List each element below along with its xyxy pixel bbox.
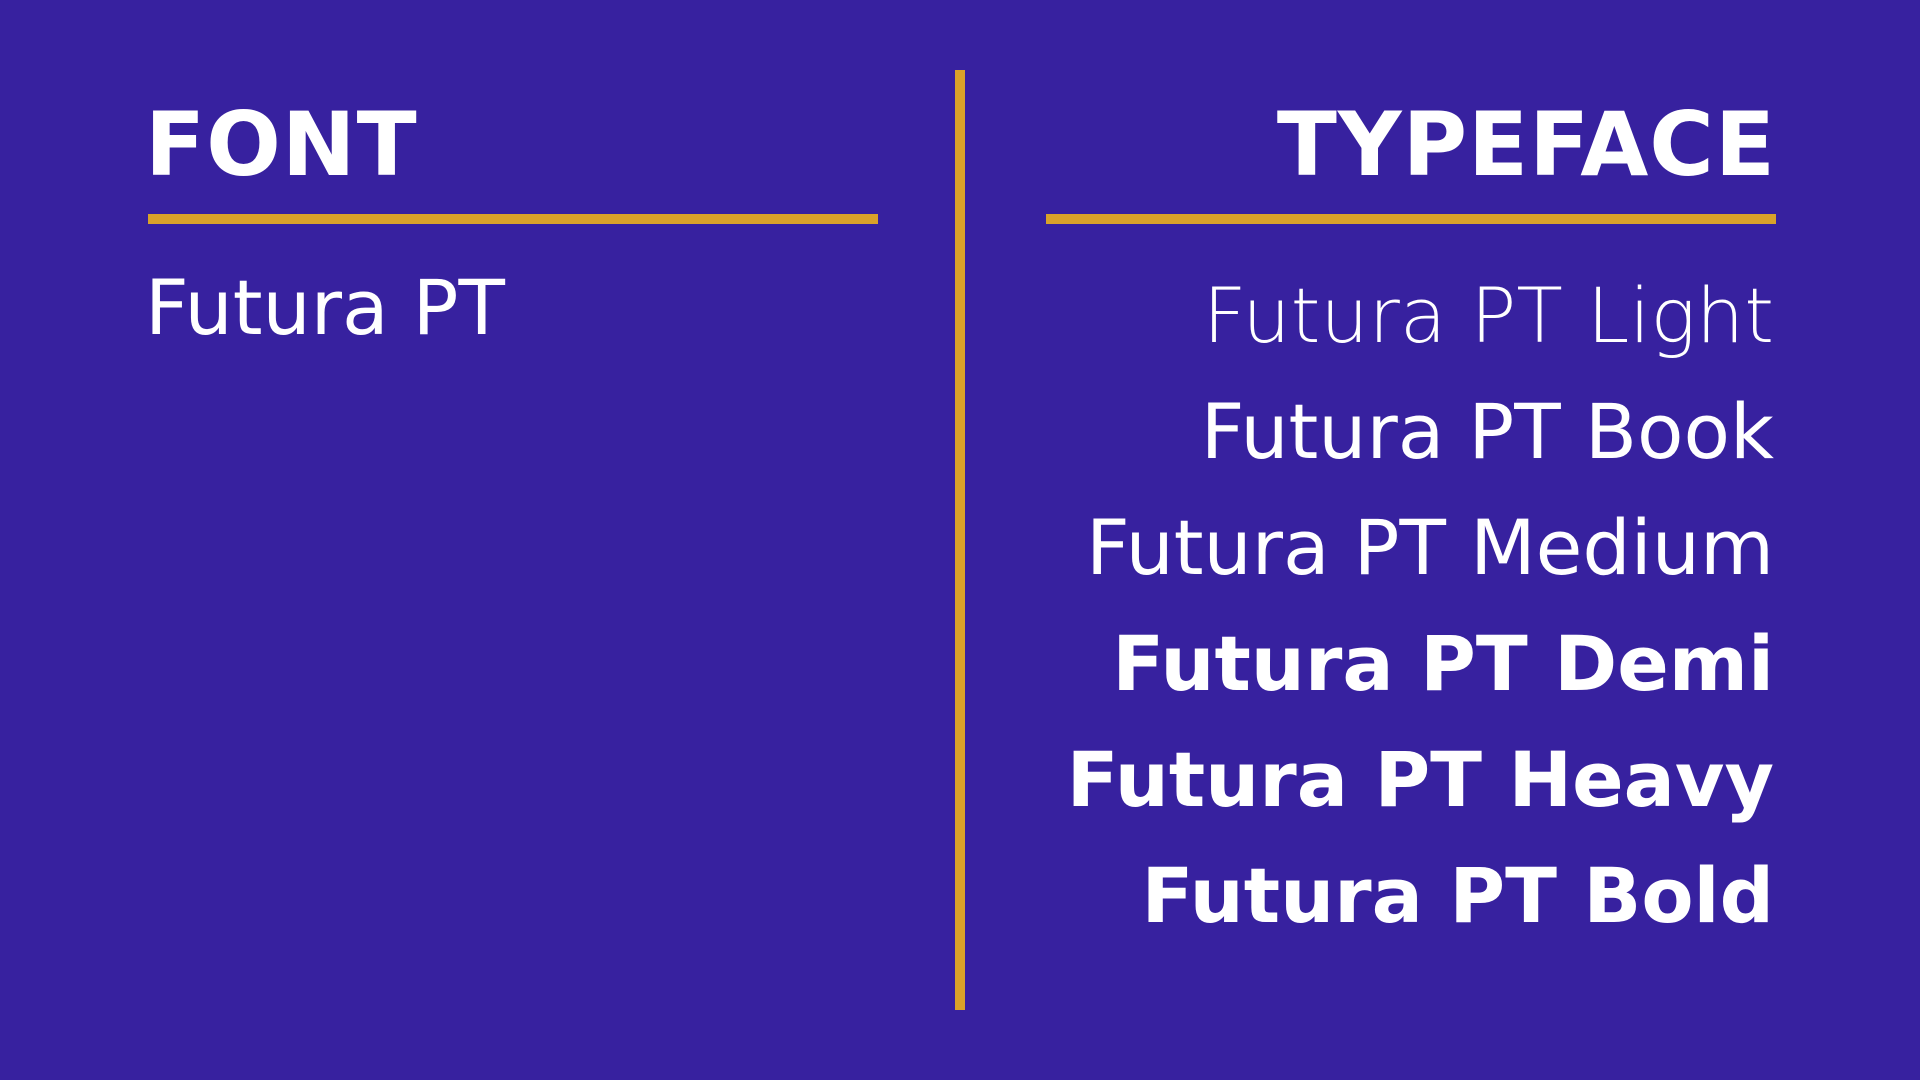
typeface-heading: TYPEFACE bbox=[1276, 93, 1776, 196]
column-divider bbox=[955, 70, 965, 1010]
font-heading: FONT bbox=[145, 93, 418, 196]
typeface-list: Futura PT Light Futura PT Book Futura PT… bbox=[1067, 258, 1774, 954]
typeface-item-medium: Futura PT Medium bbox=[1086, 503, 1774, 592]
font-underline-rule bbox=[148, 214, 878, 224]
typeface-item-demi: Futura PT Demi bbox=[1112, 619, 1774, 708]
typeface-item-heavy: Futura PT Heavy bbox=[1066, 735, 1774, 824]
typeface-item-book: Futura PT Book bbox=[1200, 387, 1774, 476]
typeface-underline-rule bbox=[1046, 214, 1776, 224]
font-name-item: Futura PT bbox=[145, 263, 505, 352]
typeface-item-bold: Futura PT Bold bbox=[1141, 851, 1775, 940]
typeface-item-light: Futura PT Light bbox=[1202, 271, 1774, 360]
